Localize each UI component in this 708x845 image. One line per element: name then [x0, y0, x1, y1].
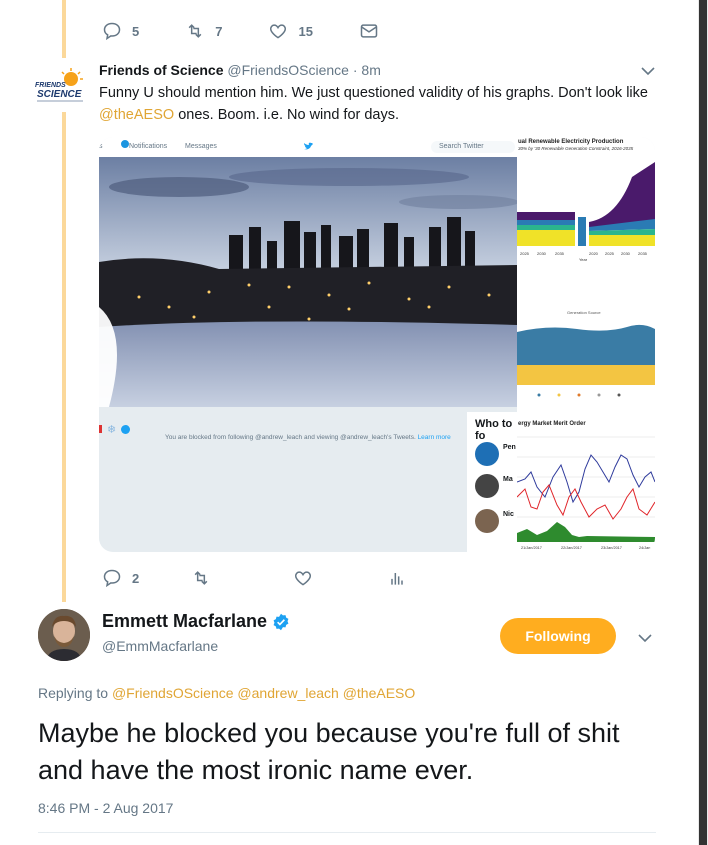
divider — [38, 832, 656, 833]
svg-text:2020: 2020 — [589, 251, 599, 256]
tweet-text-start: Funny U should mention him. We just ques… — [99, 85, 648, 101]
user-handle[interactable]: @EmmMacfarlane — [102, 638, 218, 654]
screenshot-nav-bar: s Notifications Messages Search Twitter — [99, 137, 517, 157]
chart1-area — [517, 162, 655, 246]
logo-text-top: FRIENDS — [35, 82, 66, 89]
retweet-count: 7 — [215, 23, 223, 39]
svg-text:24/Jan: 24/Jan — [639, 546, 650, 550]
blocked-profile-panel: ❄ — [99, 407, 517, 552]
svg-text:2025: 2025 — [605, 251, 615, 256]
message-button[interactable] — [359, 21, 389, 41]
verified-badge-small — [121, 425, 130, 434]
reply-count-2: 2 — [132, 570, 140, 586]
learn-more-link: Learn more — [417, 434, 451, 441]
reply-icon — [103, 569, 121, 588]
nav-notifications: Notifications — [129, 143, 168, 150]
svg-text:2035: 2035 — [638, 251, 648, 256]
heart-icon — [270, 24, 287, 39]
twitter-bird-icon — [304, 142, 313, 150]
envelope-icon — [360, 24, 378, 38]
chevron-down-icon[interactable] — [638, 633, 652, 643]
who-to-follow-panel: Who to fo Pen Ma Nic — [467, 412, 519, 552]
reply-button[interactable]: 5 — [102, 21, 139, 41]
replying-mention-1[interactable]: @FriendsOScience — [112, 685, 234, 701]
verified-badge-icon — [273, 613, 289, 630]
thread-line-bottom — [62, 112, 66, 602]
tweet-text-end: ones. Boom. i.e. No wind for days. — [174, 107, 400, 123]
chevron-down-icon[interactable] — [641, 66, 655, 76]
city-skyline-photo — [99, 157, 517, 407]
chart1-title: ual Renewable Electricity Production — [518, 139, 624, 145]
time-separator: · — [352, 62, 358, 78]
avatar[interactable] — [38, 609, 90, 661]
svg-text:2025: 2025 — [520, 251, 530, 256]
like-count: 15 — [298, 23, 313, 39]
reply-icon — [103, 22, 121, 41]
retweet-icon — [188, 24, 202, 38]
chart2-title: Generation Source — [567, 310, 601, 315]
nav-messages: Messages — [185, 143, 217, 150]
mention-link[interactable]: @theAESO — [99, 107, 174, 123]
svg-text:2030: 2030 — [537, 251, 547, 256]
chart1-subtitle: 30% by '30 Renewable Generation Constrai… — [518, 146, 634, 151]
blocked-notice-text: You are blocked from following @andrew_l… — [165, 434, 416, 441]
replying-label: Replying to — [38, 685, 109, 701]
tweet-media[interactable]: s Notifications Messages Search Twitter — [99, 137, 655, 552]
svg-text:22/Jan/2017: 22/Jan/2017 — [561, 546, 582, 550]
notification-dot — [121, 140, 129, 148]
tweet-text: Funny U should mention him. We just ques… — [99, 82, 669, 126]
suggestion-name-1: Pen — [503, 444, 516, 451]
user-name[interactable]: Emmett Macfarlane — [102, 611, 290, 632]
nav-search: Search Twitter — [431, 141, 515, 153]
svg-text:21/Jan/2017: 21/Jan/2017 — [521, 546, 542, 550]
quoted-tweet-actions: 2 — [102, 568, 463, 588]
replying-mention-3[interactable]: @theAESO — [343, 685, 416, 701]
replying-mention-2[interactable]: @andrew_leach — [237, 685, 338, 701]
who-to-follow-title: Who to fo — [475, 418, 513, 442]
replying-to: Replying to @FriendsOScience @andrew_lea… — [38, 685, 415, 701]
chart-collage: ual Renewable Electricity Production 30%… — [517, 137, 655, 552]
chart3-title: ergy Market Merit Order — [518, 421, 586, 427]
svg-text:2030: 2030 — [621, 251, 631, 256]
chart2-area — [517, 324, 655, 385]
reply-timestamp[interactable]: 8:46 PM - 2 Aug 2017 — [38, 800, 173, 816]
blocked-notice: You are blocked from following @andrew_l… — [165, 433, 465, 442]
reply-text: Maybe he blocked you because you're full… — [38, 718, 620, 785]
retweet-button-2[interactable] — [191, 568, 221, 588]
author-name[interactable]: Friends of Science — [99, 62, 223, 78]
heart-icon — [295, 571, 312, 586]
tweet-header: Friends of Science @FriendsOScience · 8m — [99, 62, 381, 78]
suggestion-avatar-2 — [475, 474, 499, 498]
reply-button-2[interactable]: 2 — [102, 568, 139, 588]
analytics-icon — [391, 573, 403, 585]
author-handle[interactable]: @FriendsOScience — [227, 62, 349, 78]
user-name-text[interactable]: Emmett Macfarlane — [102, 611, 267, 632]
retweet-button[interactable]: 7 — [185, 21, 222, 41]
svg-text:2035: 2035 — [555, 251, 565, 256]
like-button-2[interactable] — [293, 568, 323, 588]
retweet-icon — [194, 571, 208, 585]
tweet-time[interactable]: 8m — [361, 62, 380, 78]
window-scrollbar[interactable] — [698, 0, 708, 845]
reply-count: 5 — [132, 23, 140, 39]
scrollbar-thumb[interactable] — [699, 0, 707, 845]
snowflake-icon: ❄ — [107, 424, 117, 436]
following-button[interactable]: Following — [500, 618, 616, 654]
friends-of-science-logo[interactable]: FRIENDS SCIENCE — [33, 68, 87, 106]
suggestion-avatar-3 — [475, 509, 499, 533]
like-button[interactable]: 15 — [268, 21, 313, 41]
svg-text:Year: Year — [579, 257, 588, 262]
thread-line-top — [62, 0, 66, 58]
suggestion-avatar-1 — [475, 442, 499, 466]
top-tweet-actions: 5 7 15 — [102, 21, 435, 41]
analytics-button[interactable] — [387, 568, 417, 588]
suggestion-name-2: Ma — [503, 476, 513, 483]
svg-text:23/Jan/2017: 23/Jan/2017 — [601, 546, 622, 550]
suggestion-name-3: Nic — [503, 511, 514, 518]
logo-text-bottom: SCIENCE — [37, 89, 82, 100]
